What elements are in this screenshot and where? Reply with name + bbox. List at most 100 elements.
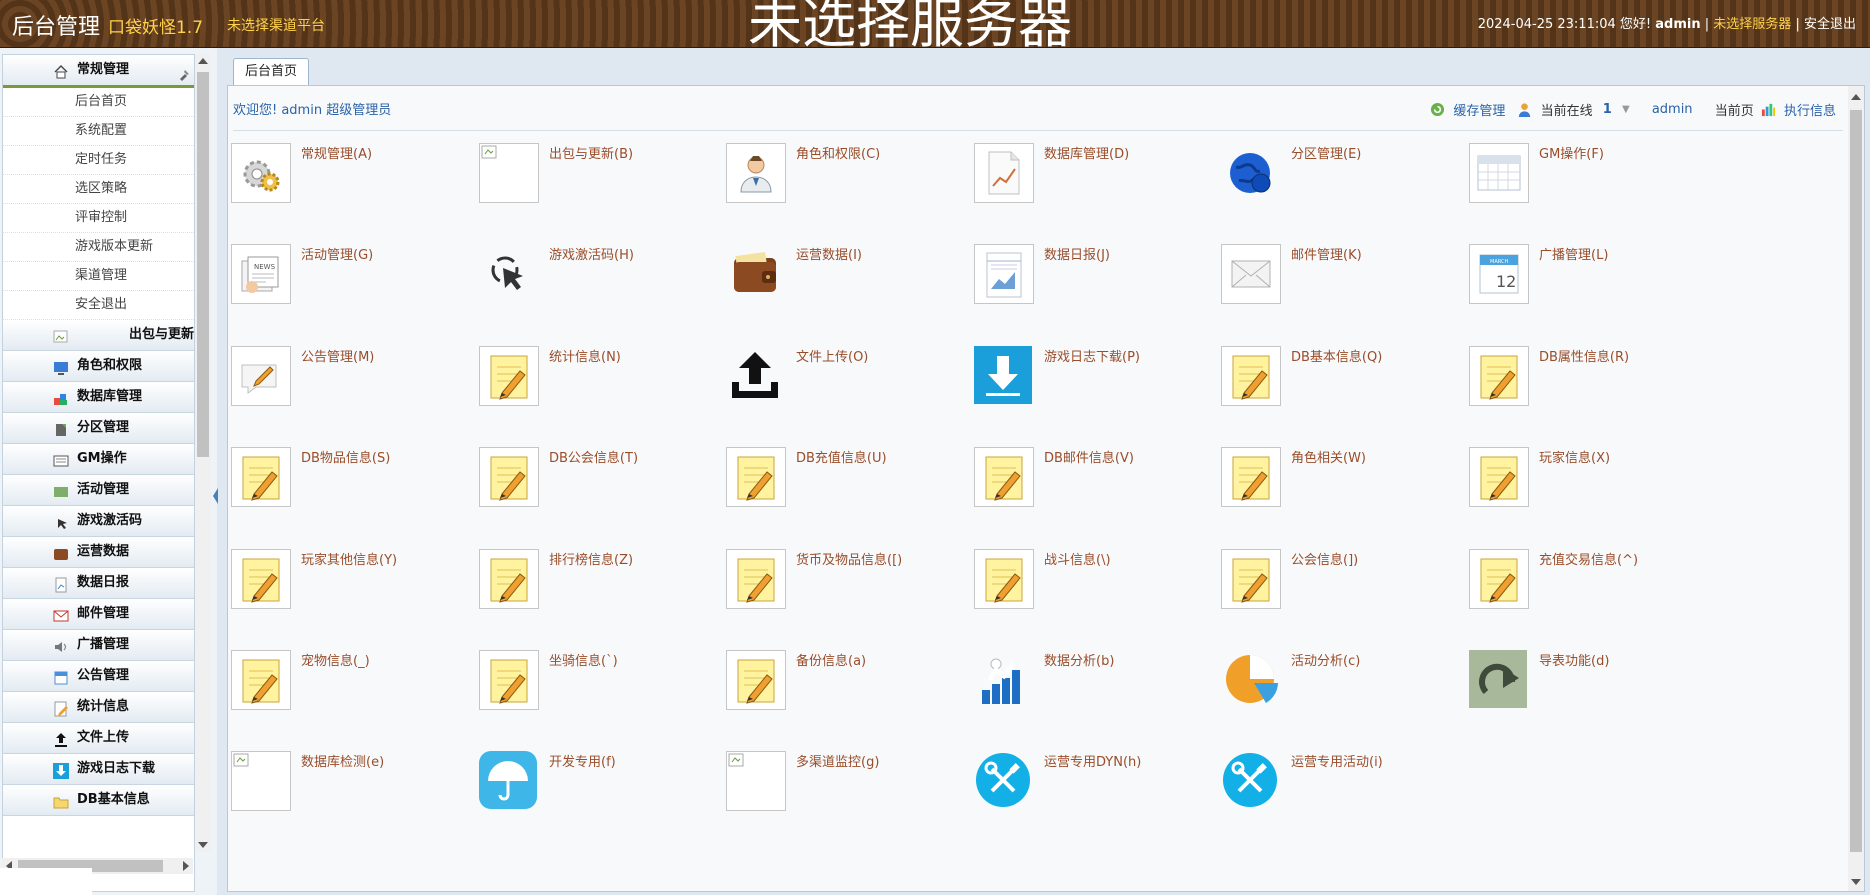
module-tile-label[interactable]: 统计信息(N) xyxy=(549,346,621,365)
note-pencil-icon[interactable] xyxy=(479,346,539,406)
module-tile[interactable]: NEWS 活动管理(G) xyxy=(231,244,471,324)
module-tile[interactable]: 统计信息(N) xyxy=(479,346,719,426)
module-tile-label[interactable]: 游戏激活码(H) xyxy=(549,244,634,263)
module-tile[interactable]: 开发专用(f) xyxy=(479,751,719,831)
broken-image-icon[interactable] xyxy=(479,143,539,203)
note-pencil-icon[interactable] xyxy=(1221,447,1281,507)
module-tile-label[interactable]: 数据库检测(e) xyxy=(301,751,384,770)
module-tile[interactable]: 邮件管理(K) xyxy=(1221,244,1461,324)
module-tile-label[interactable]: 数据分析(b) xyxy=(1044,650,1114,669)
module-tile[interactable]: 游戏日志下载(P) xyxy=(974,346,1214,426)
sidebar-group-2[interactable]: 角色和权限 xyxy=(3,351,194,382)
note-pencil-icon[interactable] xyxy=(1221,549,1281,609)
module-tile[interactable]: 运营专用活动(i) xyxy=(1221,751,1461,831)
sidebar-item[interactable]: 定时任务 xyxy=(3,146,194,175)
tools-circle-icon[interactable] xyxy=(1221,751,1281,811)
gears-icon[interactable] xyxy=(231,143,291,203)
globe-icon[interactable] xyxy=(1221,143,1281,203)
module-tile[interactable]: 数据库管理(D) xyxy=(974,143,1214,223)
export-arrow-icon[interactable] xyxy=(1469,650,1529,710)
note-pencil-icon[interactable] xyxy=(726,447,786,507)
module-tile-label[interactable]: DB邮件信息(V) xyxy=(1044,447,1134,466)
module-tile[interactable]: DB公会信息(T) xyxy=(479,447,719,527)
module-tile-label[interactable]: 分区管理(E) xyxy=(1291,143,1361,162)
module-tile-label[interactable]: DB物品信息(S) xyxy=(301,447,390,466)
module-tile-label[interactable]: 数据日报(J) xyxy=(1044,244,1110,263)
module-tile[interactable]: 分区管理(E) xyxy=(1221,143,1461,223)
module-tile[interactable]: 角色相关(W) xyxy=(1221,447,1461,527)
module-tile-label[interactable]: 战斗信息(\) xyxy=(1044,549,1111,568)
note-pencil-icon[interactable] xyxy=(479,447,539,507)
chart-doc-icon[interactable] xyxy=(974,143,1034,203)
module-tile-label[interactable]: 公会信息(]) xyxy=(1291,549,1358,568)
module-tile-label[interactable]: 活动管理(G) xyxy=(301,244,373,263)
sidebar-group-6[interactable]: 活动管理 xyxy=(3,475,194,506)
sidebar-item[interactable]: 游戏版本更新 xyxy=(3,233,194,262)
module-tile[interactable]: 出包与更新(B) xyxy=(479,143,719,223)
module-tile[interactable]: MARCH 12 广播管理(L) xyxy=(1469,244,1709,324)
module-tile[interactable]: 数据分析(b) xyxy=(974,650,1214,730)
module-tile-label[interactable]: 文件上传(O) xyxy=(796,346,868,365)
module-tile[interactable]: 备份信息(a) xyxy=(726,650,966,730)
note-pencil-icon[interactable] xyxy=(1221,346,1281,406)
note-pencil-icon[interactable] xyxy=(726,549,786,609)
module-tile-label[interactable]: 运营专用活动(i) xyxy=(1291,751,1383,770)
person-icon[interactable] xyxy=(726,143,786,203)
module-tile-label[interactable]: 游戏日志下载(P) xyxy=(1044,346,1140,365)
download-icon[interactable] xyxy=(974,346,1034,406)
module-tile[interactable]: 活动分析(c) xyxy=(1221,650,1461,730)
module-tile-label[interactable]: 活动分析(c) xyxy=(1291,650,1360,669)
note-pencil-icon[interactable] xyxy=(479,650,539,710)
module-tile[interactable]: 游戏激活码(H) xyxy=(479,244,719,324)
module-tile-label[interactable]: 广播管理(L) xyxy=(1539,244,1608,263)
module-tile[interactable]: 运营数据(I) xyxy=(726,244,966,324)
broken-image-icon[interactable] xyxy=(231,751,291,811)
module-tile[interactable]: 导表功能(d) xyxy=(1469,650,1709,730)
module-tile-label[interactable]: 角色和权限(C) xyxy=(796,143,880,162)
note-pencil-icon[interactable] xyxy=(974,549,1034,609)
sidebar-group-14[interactable]: 文件上传 xyxy=(3,723,194,754)
module-tile-label[interactable]: 排行榜信息(Z) xyxy=(549,549,633,568)
module-tile-label[interactable]: 邮件管理(K) xyxy=(1291,244,1362,263)
module-tile[interactable]: 数据日报(J) xyxy=(974,244,1214,324)
module-tile[interactable]: 玩家其他信息(Y) xyxy=(231,549,471,629)
report-chart-icon[interactable] xyxy=(974,244,1034,304)
pin-icon[interactable] xyxy=(178,63,190,81)
sidebar-group-12[interactable]: 公告管理 xyxy=(3,661,194,692)
module-tile[interactable]: 战斗信息(\) xyxy=(974,549,1214,629)
module-tile-label[interactable]: 坐骑信息(`) xyxy=(549,650,618,669)
sidebar-item[interactable]: 安全退出 xyxy=(3,291,194,320)
module-tile-label[interactable]: 多渠道监控(g) xyxy=(796,751,879,770)
module-tile-label[interactable]: 宠物信息(_) xyxy=(301,650,370,669)
envelope-icon[interactable] xyxy=(1221,244,1281,304)
module-tile-label[interactable]: 公告管理(M) xyxy=(301,346,374,365)
module-tile-label[interactable]: 玩家信息(X) xyxy=(1539,447,1610,466)
calendar-grid-icon[interactable] xyxy=(1469,143,1529,203)
sidebar-vertical-scrollbar[interactable] xyxy=(195,54,211,852)
channel-selector[interactable]: 未选择渠道平台 xyxy=(227,15,325,35)
note-pencil-icon[interactable] xyxy=(974,447,1034,507)
module-tile[interactable]: DB物品信息(S) xyxy=(231,447,471,527)
content-vertical-scrollbar[interactable] xyxy=(1848,86,1864,891)
sidebar-item[interactable]: 系统配置 xyxy=(3,117,194,146)
sidebar-group-7[interactable]: 游戏激活码 xyxy=(3,506,194,537)
admin-link[interactable]: admin xyxy=(1652,102,1693,117)
module-tile[interactable]: 运营专用DYN(h) xyxy=(974,751,1214,831)
module-tile-label[interactable]: 开发专用(f) xyxy=(549,751,616,770)
sidebar-group-9[interactable]: 数据日报 xyxy=(3,568,194,599)
logout-link[interactable]: 安全退出 xyxy=(1804,17,1856,32)
module-tile[interactable]: DB邮件信息(V) xyxy=(974,447,1214,527)
module-tile[interactable]: 充值交易信息(^) xyxy=(1469,549,1709,629)
module-tile[interactable]: 宠物信息(_) xyxy=(231,650,471,730)
module-tile-label[interactable]: 出包与更新(B) xyxy=(549,143,633,162)
note-pencil-icon[interactable] xyxy=(726,650,786,710)
module-tile-label[interactable]: DB属性信息(R) xyxy=(1539,346,1629,365)
note-pencil-icon[interactable] xyxy=(479,549,539,609)
module-tile-label[interactable]: 货币及物品信息([) xyxy=(796,549,902,568)
umbrella-icon[interactable] xyxy=(479,751,539,811)
module-tile[interactable]: 坐骑信息(`) xyxy=(479,650,719,730)
wallet-icon[interactable] xyxy=(726,244,786,304)
sidebar-group-3[interactable]: 数据库管理 xyxy=(3,382,194,413)
module-tile-label[interactable]: 运营专用DYN(h) xyxy=(1044,751,1141,770)
module-tile[interactable]: 公会信息(]) xyxy=(1221,549,1461,629)
